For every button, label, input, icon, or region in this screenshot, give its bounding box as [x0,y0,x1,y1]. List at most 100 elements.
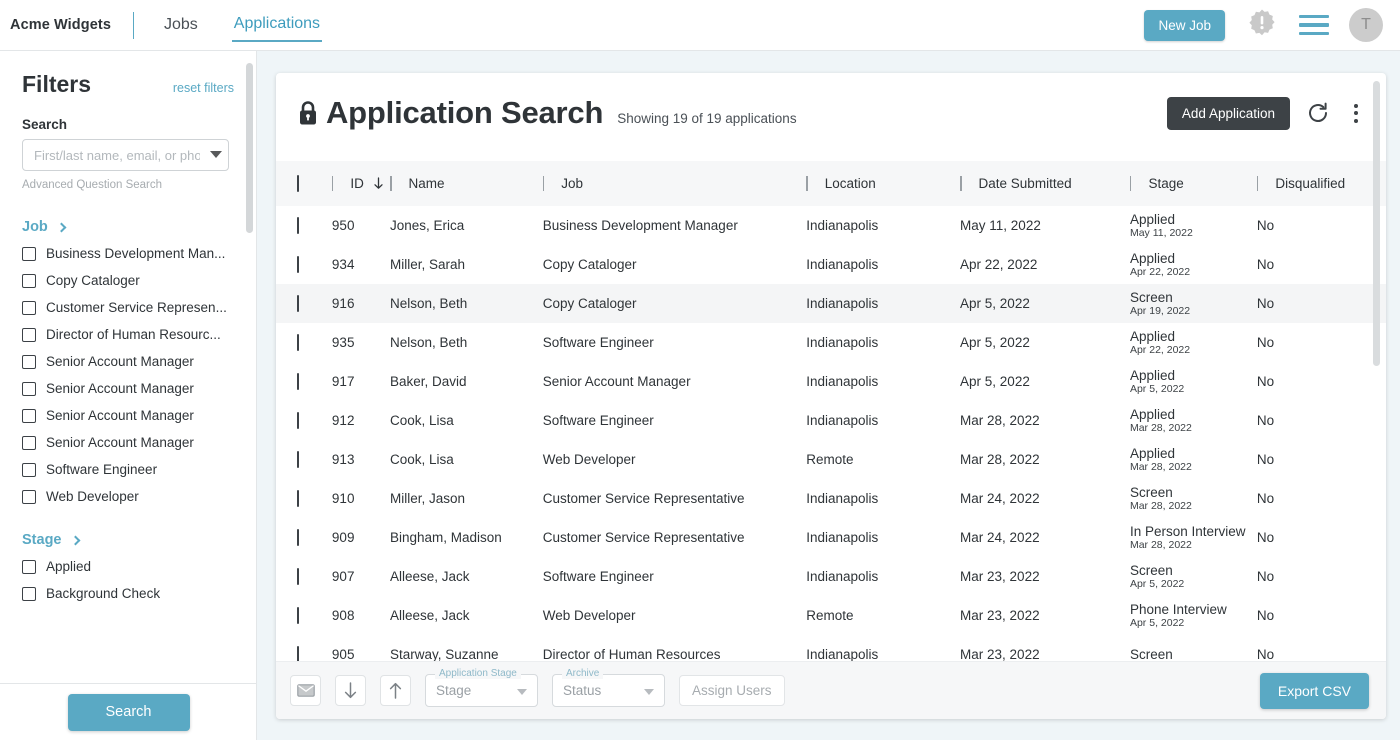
filter-group-stage[interactable]: Stage [22,532,234,548]
table-row[interactable]: 907 Alleese, Jack Software Engineer Indiana… [276,557,1386,596]
column-header-stage[interactable]: Stage [1129,161,1257,206]
cell-date-submitted: Mar 23, 2022 [960,608,1040,623]
cell-name: Jones, Erica [390,218,465,233]
stage-filter-option-0[interactable]: Applied [22,559,234,574]
table-row[interactable]: 913 Cook, Lisa Web Developer Remote Mar 28, … [276,440,1386,479]
avatar[interactable]: T [1349,8,1383,42]
nav-tab-applications[interactable]: Applications [231,15,323,42]
column-header-id[interactable]: ID [331,161,390,206]
job-filter-option-0[interactable]: Business Development Man... [22,246,234,261]
row-checkbox[interactable] [297,490,299,507]
job-filter-option-3[interactable]: Director of Human Resourc... [22,327,234,342]
add-application-button[interactable]: Add Application [1166,96,1290,130]
row-checkbox[interactable] [297,568,299,585]
application-stage-select[interactable]: Application Stage Stage [425,668,538,707]
stage-label: Screen [1129,647,1173,661]
column-header-location-label: Location [824,176,876,191]
table-row[interactable]: 917 Baker, David Senior Account Manager Ind… [276,362,1386,401]
row-select-cell [276,401,332,440]
filter-group-job[interactable]: Job [22,219,234,235]
row-checkbox[interactable] [297,412,299,429]
select-all-checkbox[interactable] [297,175,299,192]
table-row[interactable]: 908 Alleese, Jack Web Developer Remote Mar 2… [276,596,1386,635]
alert-badge-icon[interactable] [1245,8,1279,42]
cell-date-submitted: Mar 24, 2022 [960,491,1040,506]
cell-name: Cook, Lisa [390,413,454,428]
column-header-job[interactable]: Job [542,161,807,206]
checkbox[interactable] [22,381,36,396]
job-filter-option-9[interactable]: Web Developer [22,489,234,504]
checkbox[interactable] [22,462,36,477]
email-button[interactable] [290,675,321,706]
row-checkbox[interactable] [297,334,299,351]
row-checkbox[interactable] [297,451,299,468]
reset-filters-link[interactable]: reset filters [173,81,234,95]
row-checkbox[interactable] [297,256,299,273]
cell-name: Baker, David [390,374,467,389]
checkbox[interactable] [22,273,36,288]
column-header-date-submitted[interactable]: Date Submitted [960,161,1130,206]
search-input[interactable] [22,139,229,171]
checkbox[interactable] [22,354,36,369]
row-checkbox[interactable] [297,373,299,390]
arrow-up-icon [389,682,402,699]
export-csv-button[interactable]: Export CSV [1259,672,1369,709]
job-filter-option-8[interactable]: Software Engineer [22,462,234,477]
advanced-question-search-link[interactable]: Advanced Question Search [22,179,234,191]
table-row[interactable]: 912 Cook, Lisa Software Engineer Indianapol… [276,401,1386,440]
move-down-button[interactable] [335,675,366,706]
column-header-id-label: ID [350,176,364,191]
column-header-disqualified[interactable]: Disqualified [1256,161,1386,206]
move-up-button[interactable] [380,675,411,706]
table-row[interactable]: 916 Nelson, Beth Copy Cataloger Indianapoli… [276,284,1386,323]
job-filter-option-4[interactable]: Senior Account Manager [22,354,234,369]
row-checkbox[interactable] [297,607,299,624]
job-filter-option-1[interactable]: Copy Cataloger [22,273,234,288]
cell-job: Director of Human Resources [542,647,721,661]
checkbox[interactable] [22,559,36,574]
search-button[interactable]: Search [67,693,190,731]
table-scrollbar-thumb[interactable] [1373,81,1380,366]
checkbox[interactable] [22,408,36,423]
job-filter-option-6[interactable]: Senior Account Manager [22,408,234,423]
row-checkbox[interactable] [297,646,299,661]
row-checkbox[interactable] [297,217,299,234]
column-header-location[interactable]: Location [806,161,961,206]
filter-option-label: Senior Account Manager [46,381,194,396]
cell-id: 910 [331,491,355,506]
column-header-name[interactable]: Name [390,161,543,206]
nav-tab-jobs[interactable]: Jobs [162,16,200,41]
checkbox[interactable] [22,246,36,261]
checkbox[interactable] [22,489,36,504]
table-row[interactable]: 935 Nelson, Beth Software Engineer Indianap… [276,323,1386,362]
row-checkbox[interactable] [297,529,299,546]
checkbox[interactable] [22,586,36,601]
cell-name: Miller, Sarah [390,257,466,272]
table-row[interactable]: 950 Jones, Erica Business Development Mana… [276,206,1386,245]
card-header: Application Search Showing 19 of 19 appl… [276,73,1386,145]
stage-label: Applied [1129,250,1176,266]
table-row[interactable]: 905 Starway, Suzanne Director of Human Res… [276,635,1386,661]
checkbox[interactable] [22,327,36,342]
job-filter-option-7[interactable]: Senior Account Manager [22,435,234,450]
more-options-icon[interactable] [1346,101,1366,126]
hamburger-menu-icon[interactable] [1299,14,1329,36]
new-job-button[interactable]: New Job [1144,9,1225,41]
table-row[interactable]: 909 Bingham, Madison Customer Service Repr… [276,518,1386,557]
stage-label: Phone Interview [1129,601,1227,617]
table-row[interactable]: 934 Miller, Sarah Copy Cataloger Indianapol… [276,245,1386,284]
archive-status-value: Status [563,683,602,698]
stage-filter-option-1[interactable]: Background Check [22,586,234,601]
table-row[interactable]: 910 Miller, Jason Customer Service Represe… [276,479,1386,518]
archive-status-select[interactable]: Archive Status [552,668,665,707]
refresh-icon[interactable] [1306,101,1330,125]
checkbox[interactable] [22,300,36,315]
sidebar-scrollbar-thumb[interactable] [246,63,253,233]
row-checkbox[interactable] [297,295,299,312]
job-filter-option-2[interactable]: Customer Service Represen... [22,300,234,315]
assign-users-button[interactable]: Assign Users [679,675,785,706]
column-divider [331,176,334,191]
cell-date-submitted: Apr 5, 2022 [960,374,1030,389]
checkbox[interactable] [22,435,36,450]
job-filter-option-5[interactable]: Senior Account Manager [22,381,234,396]
